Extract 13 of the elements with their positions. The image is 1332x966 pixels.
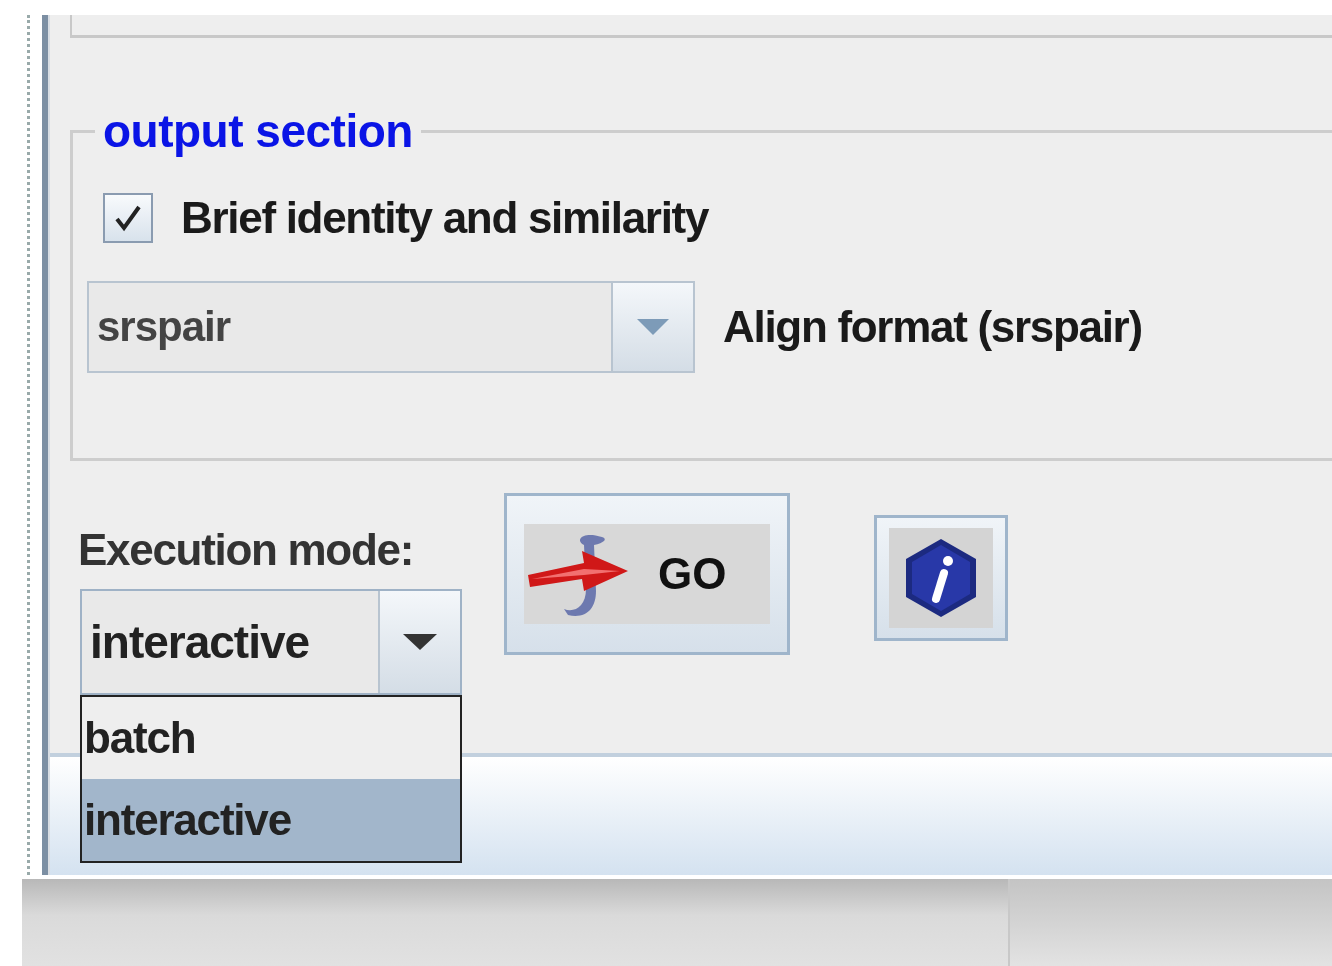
go-button[interactable]: GO [504,493,790,655]
checkbox[interactable] [103,193,153,243]
execution-mode-label: Execution mode: [78,524,414,576]
checkbox-label: Brief identity and similarity [181,193,709,243]
execution-mode-dropdown[interactable]: interactive [80,589,462,695]
checkmark-icon [113,203,143,233]
caret-icon [401,632,439,652]
caret-icon [635,317,671,337]
info-button[interactable] [874,515,1008,641]
align-format-dropdown[interactable]: srspair [87,281,695,373]
dropdown-option[interactable]: interactive [82,779,460,861]
dropdown-option[interactable]: batch [82,697,460,779]
align-format-label: Align format (srspair) [723,302,1142,352]
